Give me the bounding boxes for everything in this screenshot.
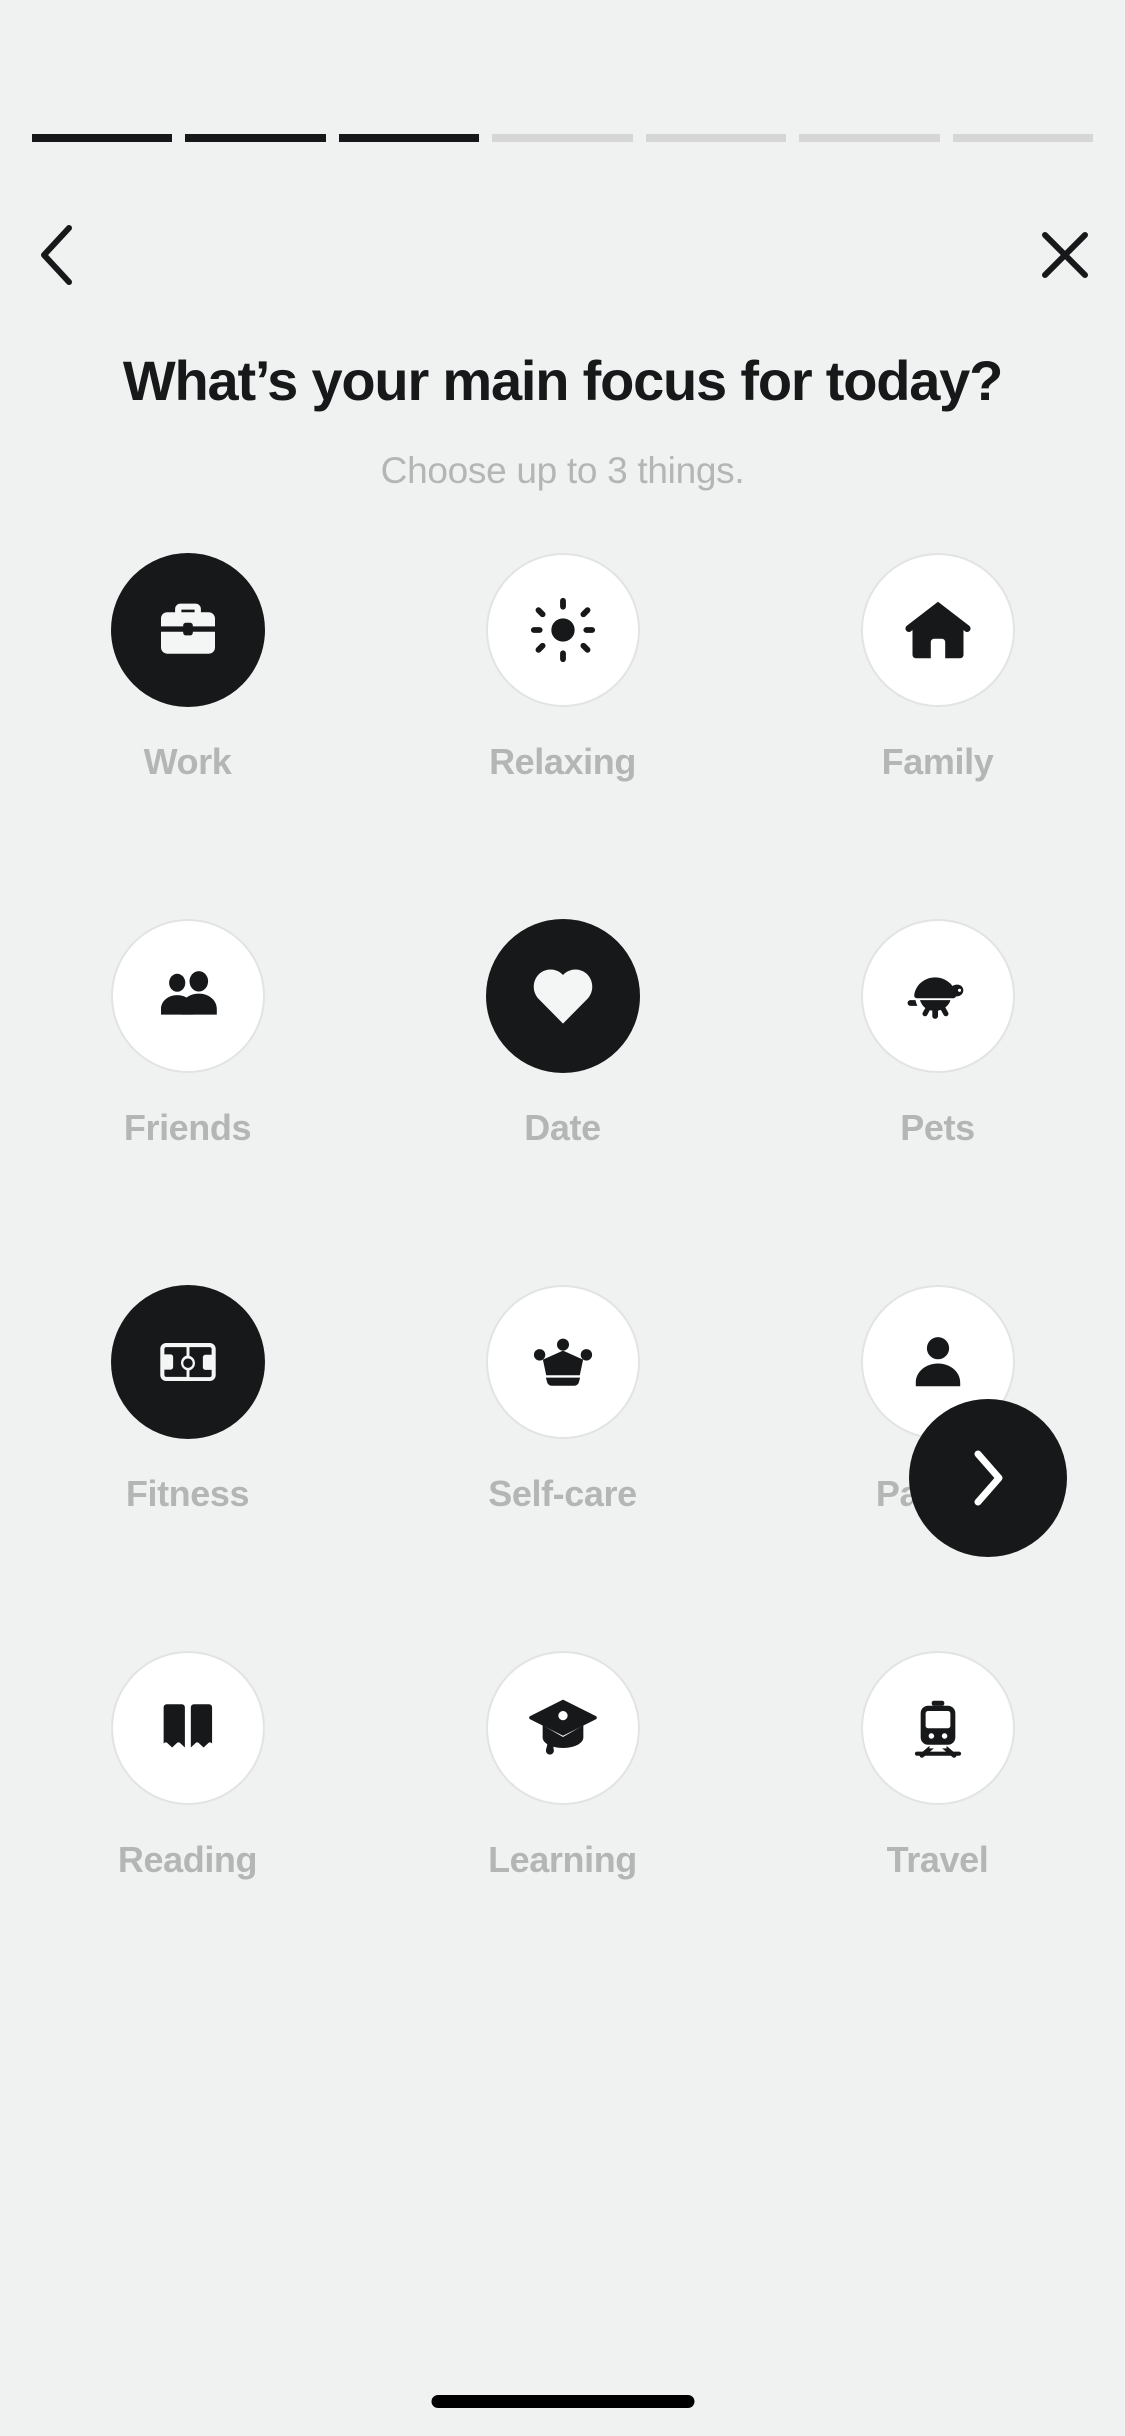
focus-options-grid: Work Relaxing Family Friends Date Pets Fitness… — [0, 553, 1125, 1881]
top-navigation — [0, 200, 1125, 320]
progress-segment-7 — [952, 134, 1093, 142]
chevron-right-icon — [971, 1450, 1005, 1506]
focus-option-bubble[interactable] — [110, 553, 265, 707]
briefcase-icon — [152, 594, 224, 666]
sun-icon — [528, 595, 598, 665]
progress-segment-4 — [492, 134, 633, 142]
focus-option-bubble[interactable] — [485, 1651, 640, 1805]
focus-option-label: Friends — [123, 1107, 252, 1148]
page-subtitle: Choose up to 3 things. — [380, 450, 745, 491]
focus-option-family[interactable]: Family — [788, 553, 1088, 783]
focus-option-label: Date — [524, 1107, 601, 1148]
focus-option-bubble[interactable] — [485, 553, 640, 707]
focus-option-bubble[interactable] — [485, 919, 640, 1073]
focus-option-bubble[interactable] — [860, 553, 1015, 707]
focus-option-self-care[interactable]: Self-care — [413, 1285, 713, 1515]
heart-icon — [527, 960, 599, 1032]
chevron-left-icon — [36, 224, 76, 286]
focus-option-label: Work — [143, 741, 232, 782]
home-icon — [902, 594, 974, 666]
progress-segment-3 — [338, 134, 480, 142]
focus-option-label: Learning — [488, 1839, 637, 1880]
progress-segment-2 — [185, 134, 326, 142]
page-title: What’s your main focus for today? — [122, 349, 1003, 412]
turtle-icon — [900, 958, 976, 1034]
train-icon — [905, 1695, 971, 1761]
focus-option-bubble[interactable] — [110, 1285, 265, 1439]
focus-option-label: Reading — [117, 1839, 258, 1880]
focus-option-friends[interactable]: Friends — [38, 919, 338, 1149]
focus-option-label: Fitness — [125, 1473, 250, 1514]
close-x-icon — [1039, 229, 1091, 281]
focus-option-label: Pets — [900, 1107, 975, 1148]
open-book-icon — [154, 1694, 222, 1762]
focus-option-learning[interactable]: Learning — [413, 1651, 713, 1881]
focus-option-reading[interactable]: Reading — [38, 1651, 338, 1881]
focus-option-bubble[interactable] — [485, 1285, 640, 1439]
focus-option-fitness[interactable]: Fitness — [38, 1285, 338, 1515]
focus-option-label: Family — [881, 741, 994, 782]
focus-option-work[interactable]: Work — [38, 553, 338, 783]
focus-option-label: Travel — [886, 1839, 989, 1880]
focus-option-pets[interactable]: Pets — [788, 919, 1088, 1149]
focus-option-date[interactable]: Date — [413, 919, 713, 1149]
crown-icon — [527, 1326, 599, 1398]
progress-segment-6 — [799, 134, 940, 142]
back-button[interactable] — [8, 207, 104, 303]
graduation-cap-icon — [526, 1691, 600, 1765]
focus-option-bubble[interactable] — [860, 1651, 1015, 1805]
focus-option-label: Relaxing — [489, 741, 636, 782]
person-icon — [902, 1326, 974, 1398]
focus-option-label: Self-care — [488, 1473, 637, 1514]
focus-option-bubble[interactable] — [860, 919, 1015, 1073]
progress-segment-5 — [645, 134, 787, 142]
sports-field-icon — [153, 1327, 223, 1397]
focus-option-relaxing[interactable]: Relaxing — [413, 553, 713, 783]
close-button[interactable] — [1017, 207, 1113, 303]
progress-segment-1 — [32, 134, 173, 142]
progress-bar — [32, 134, 1093, 142]
people-icon — [152, 960, 224, 1032]
onboarding-focus-screen: What’s your main focus for today? Choose… — [0, 0, 1125, 2436]
home-indicator — [431, 2395, 694, 2408]
next-button[interactable] — [909, 1399, 1067, 1557]
focus-option-bubble[interactable] — [110, 1651, 265, 1805]
focus-option-bubble[interactable] — [110, 919, 265, 1073]
focus-option-travel[interactable]: Travel — [788, 1651, 1088, 1881]
